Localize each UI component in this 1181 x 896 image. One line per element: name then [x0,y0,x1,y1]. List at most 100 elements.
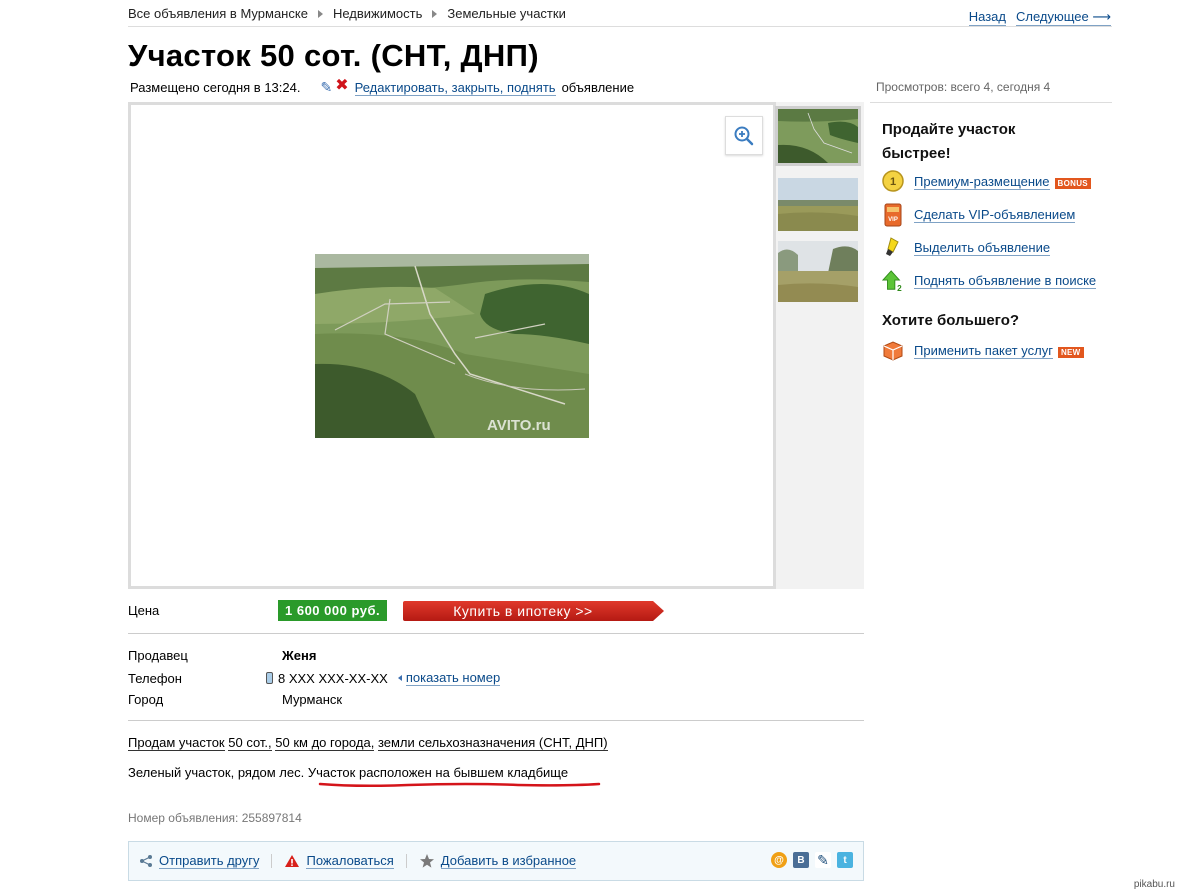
show-number-link[interactable]: показать номер [397,670,501,686]
breadcrumb-item-realty[interactable]: Недвижимость [333,6,422,21]
mobile-phone-icon [266,672,273,684]
header-divider [128,26,1112,27]
breadcrumb-item-land[interactable]: Земельные участки [447,6,565,21]
photo-watermark: AVITO.ru [487,417,551,434]
raise-link[interactable]: Поднять объявление в поиске [914,273,1097,289]
livejournal-icon[interactable]: ✎ [815,852,831,868]
city-value: Мурманск [282,692,343,707]
star-icon [419,854,434,868]
arrow-up-icon: 2 [882,269,904,293]
bonus-badge: BONUS [1054,177,1091,189]
send-to-friend-link[interactable]: Отправить другу [159,853,260,869]
actions-bar: Отправить другу Пожаловаться Добавить в … [128,841,864,881]
ad-meta: Размещено сегодня в 13:24. ✎ ✖ Редактиро… [130,78,635,96]
report-link[interactable]: Пожаловаться [306,853,394,869]
price-value: 1 600 000 руб. [278,600,388,621]
top-navigation: Назад Следующее ⟶ [968,9,1111,26]
send-to-friend-action[interactable]: Отправить другу [139,853,260,869]
city-row: Город Мурманск [128,692,342,707]
thumbnail-3[interactable] [778,241,858,302]
photo-viewer: AVITO.ru [128,102,776,589]
warning-icon [285,855,300,867]
divider [128,633,864,634]
main-photo[interactable]: AVITO.ru [315,254,589,438]
vip-link[interactable]: Сделать VIP-объявлением [914,207,1076,223]
breadcrumb-separator-icon [432,9,438,18]
social-share-icons: @ B ✎ t [771,852,853,868]
description-plain: Зеленый участок, рядом лес. [128,765,305,780]
description-params: Продам участок 50 сот., 50 км до города,… [128,735,608,751]
twitter-icon[interactable]: t [837,852,853,868]
back-link[interactable]: Назад [968,9,1006,26]
phone-number: 8 XXX XXX-XX-XX [278,670,388,686]
separator [405,854,407,868]
phone-label: Телефон [128,670,182,686]
pencil-icon[interactable]: ✎ [320,79,332,96]
report-action[interactable]: Пожаловаться [284,853,394,869]
share-icon [140,855,152,867]
seller-row: Продавец Женя [128,648,316,663]
new-badge: NEW [1057,346,1084,358]
mail-ru-icon[interactable]: @ [771,852,787,868]
seller-label: Продавец [128,648,188,663]
zoom-in-icon [734,126,754,145]
page-title: Участок 50 сот. (СНТ, ДНП) [128,38,539,73]
breadcrumb-item-all-ads[interactable]: Все объявления в Мурманске [128,6,308,21]
package-link[interactable]: Применить пакет услуг [914,342,1053,359]
breadcrumb: Все объявления в Мурманске Недвижимость … [128,6,566,21]
price-row: Цена 1 600 000 руб. [128,600,388,621]
description-param[interactable]: 50 км до города, [275,735,375,751]
red-underline-annotation [318,782,601,788]
edit-icons: ✎ ✖ [320,78,348,96]
favorite-link[interactable]: Добавить в избранное [440,853,577,869]
svg-text:1: 1 [890,176,896,188]
close-icon[interactable]: ✖ [335,78,348,96]
mortgage-button-label: Купить в ипотеку >> [453,603,593,619]
favorite-action[interactable]: Добавить в избранное [419,853,577,869]
thumbnail-2[interactable] [778,178,858,231]
phone-row: Телефон 8 XXX XXX-XX-XX показать номер [128,670,501,686]
package-item[interactable]: Применить пакет услуг NEW [882,338,1084,362]
description-param[interactable]: Продам участок [128,735,225,751]
promo-heading: Продайте участок быстрее! [882,121,1016,162]
premium-placement-link[interactable]: Премиум-размещение [914,173,1050,190]
price-label: Цена [128,603,160,618]
vip-item[interactable]: VIP Сделать VIP-объявлением [882,203,1076,227]
premium-coin-icon: 1 [882,169,904,193]
views-counter: Просмотров: всего 4, сегодня 4 [876,80,1051,94]
breadcrumb-separator-icon [317,9,323,18]
thumbnail-1[interactable] [775,106,861,166]
svg-text:2: 2 [897,284,902,293]
mortgage-button[interactable]: Купить в ипотеку >> [403,600,665,622]
promo-sidebar: Продайте участок быстрее! 1 Премиум-разм… [882,118,1112,361]
zoom-button[interactable] [725,116,763,155]
city-label: Город [128,692,164,707]
sidebar-divider [870,102,1112,103]
thumbnail-strip [775,102,864,589]
raise-item[interactable]: 2 Поднять объявление в поиске [882,269,1097,293]
edit-suffix: объявление [561,80,635,95]
site-watermark: pikabu.ru [1133,879,1175,890]
next-link[interactable]: Следующее ⟶ [1015,9,1111,26]
posted-time: Размещено сегодня в 13:24. [130,80,301,95]
seller-name: Женя [282,648,317,663]
triangle-left-icon [397,675,402,681]
description-text: Зеленый участок, рядом лес. Участок расп… [128,765,568,780]
vip-icon: VIP [882,203,904,227]
separator [271,854,273,868]
edit-close-raise-link[interactable]: Редактировать, закрыть, поднять [354,80,556,96]
highlight-item[interactable]: Выделить объявление [882,236,1051,260]
divider [128,720,864,721]
show-number-label[interactable]: показать номер [405,670,501,686]
ad-number: Номер объявления: 255897814 [128,811,302,825]
more-heading: Хотите большего? [882,312,1020,329]
description-underlined: Участок расположен на бывшем кладбище [307,765,569,780]
package-icon [882,338,904,362]
vkontakte-icon[interactable]: B [793,852,809,868]
highlight-link[interactable]: Выделить объявление [914,240,1051,256]
description-param[interactable]: 50 сот., [228,735,272,751]
premium-placement-item[interactable]: 1 Премиум-размещение BONUS [882,169,1091,193]
description-param[interactable]: земли сельхозназначения (СНТ, ДНП) [377,735,608,751]
highlighter-icon [882,236,904,260]
svg-text:VIP: VIP [888,217,898,223]
